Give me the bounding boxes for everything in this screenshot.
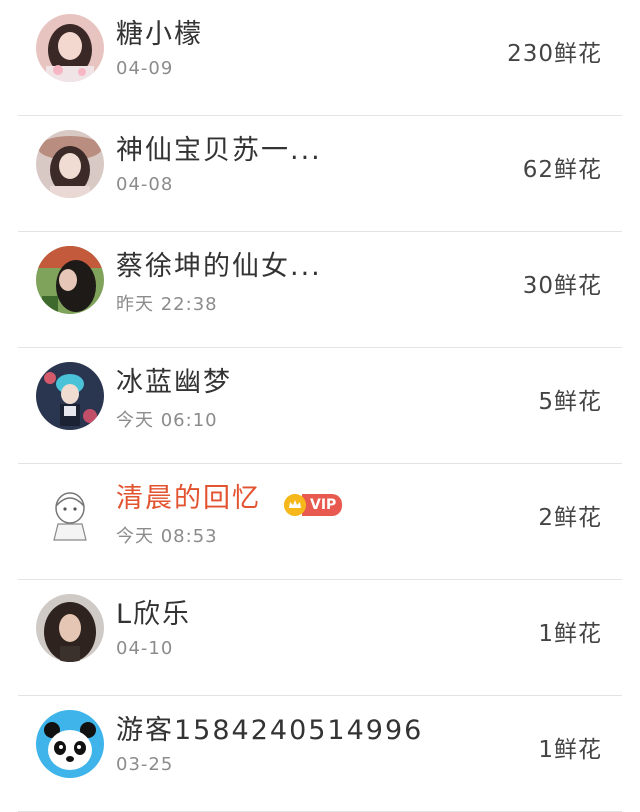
list-item[interactable]: 糖小檬 04-09 230鲜花 [0, 0, 640, 116]
timestamp: 04-10 [116, 638, 174, 659]
list-item[interactable]: 神仙宝贝苏一... 04-08 62鲜花 [0, 116, 640, 232]
timestamp: 今天 06:10 [116, 410, 218, 431]
avatar[interactable] [36, 594, 104, 662]
avatar[interactable] [36, 246, 104, 314]
list-item[interactable]: 蔡徐坤的仙女... 昨天 22:38 30鲜花 [0, 232, 640, 348]
list-item[interactable]: 清晨的回忆 VIP 今天 08:53 2鲜花 [0, 464, 640, 580]
flower-count: 30鲜花 [522, 273, 602, 299]
flower-count: 1鲜花 [538, 621, 602, 647]
list-item[interactable]: L欣乐 04-10 1鲜花 [0, 580, 640, 696]
user-name[interactable]: 神仙宝贝苏一... [116, 128, 322, 167]
avatar[interactable] [36, 14, 104, 82]
vip-badge: VIP [284, 494, 343, 516]
user-name[interactable]: 糖小檬 [116, 12, 203, 51]
flower-count: 5鲜花 [538, 389, 602, 415]
flower-count: 230鲜花 [507, 41, 602, 67]
flower-count: 1鲜花 [538, 737, 602, 763]
avatar[interactable] [36, 478, 104, 546]
timestamp: 04-08 [116, 174, 174, 195]
user-name[interactable]: L欣乐 [116, 592, 191, 631]
flower-count: 2鲜花 [538, 505, 602, 531]
avatar[interactable] [36, 362, 104, 430]
user-name[interactable]: 清晨的回忆 [116, 476, 261, 515]
user-name[interactable]: 游客1584240514996 [116, 708, 423, 747]
timestamp: 昨天 22:38 [116, 294, 218, 315]
avatar[interactable] [36, 130, 104, 198]
flower-count: 62鲜花 [522, 157, 602, 183]
vip-label: VIP [302, 494, 343, 516]
timestamp: 今天 08:53 [116, 526, 218, 547]
crown-icon [284, 494, 306, 516]
avatar[interactable] [36, 710, 104, 778]
list-item[interactable]: 游客1584240514996 03-25 1鲜花 [0, 696, 640, 812]
timestamp: 03-25 [116, 754, 174, 775]
list-item[interactable]: 冰蓝幽梦 今天 06:10 5鲜花 [0, 348, 640, 464]
flower-ranking-list: 糖小檬 04-09 230鲜花 神仙宝贝苏一... 04-08 62鲜花 蔡徐坤… [0, 0, 640, 812]
timestamp: 04-09 [116, 58, 174, 79]
user-name[interactable]: 蔡徐坤的仙女... [116, 244, 322, 283]
user-name[interactable]: 冰蓝幽梦 [116, 360, 232, 399]
